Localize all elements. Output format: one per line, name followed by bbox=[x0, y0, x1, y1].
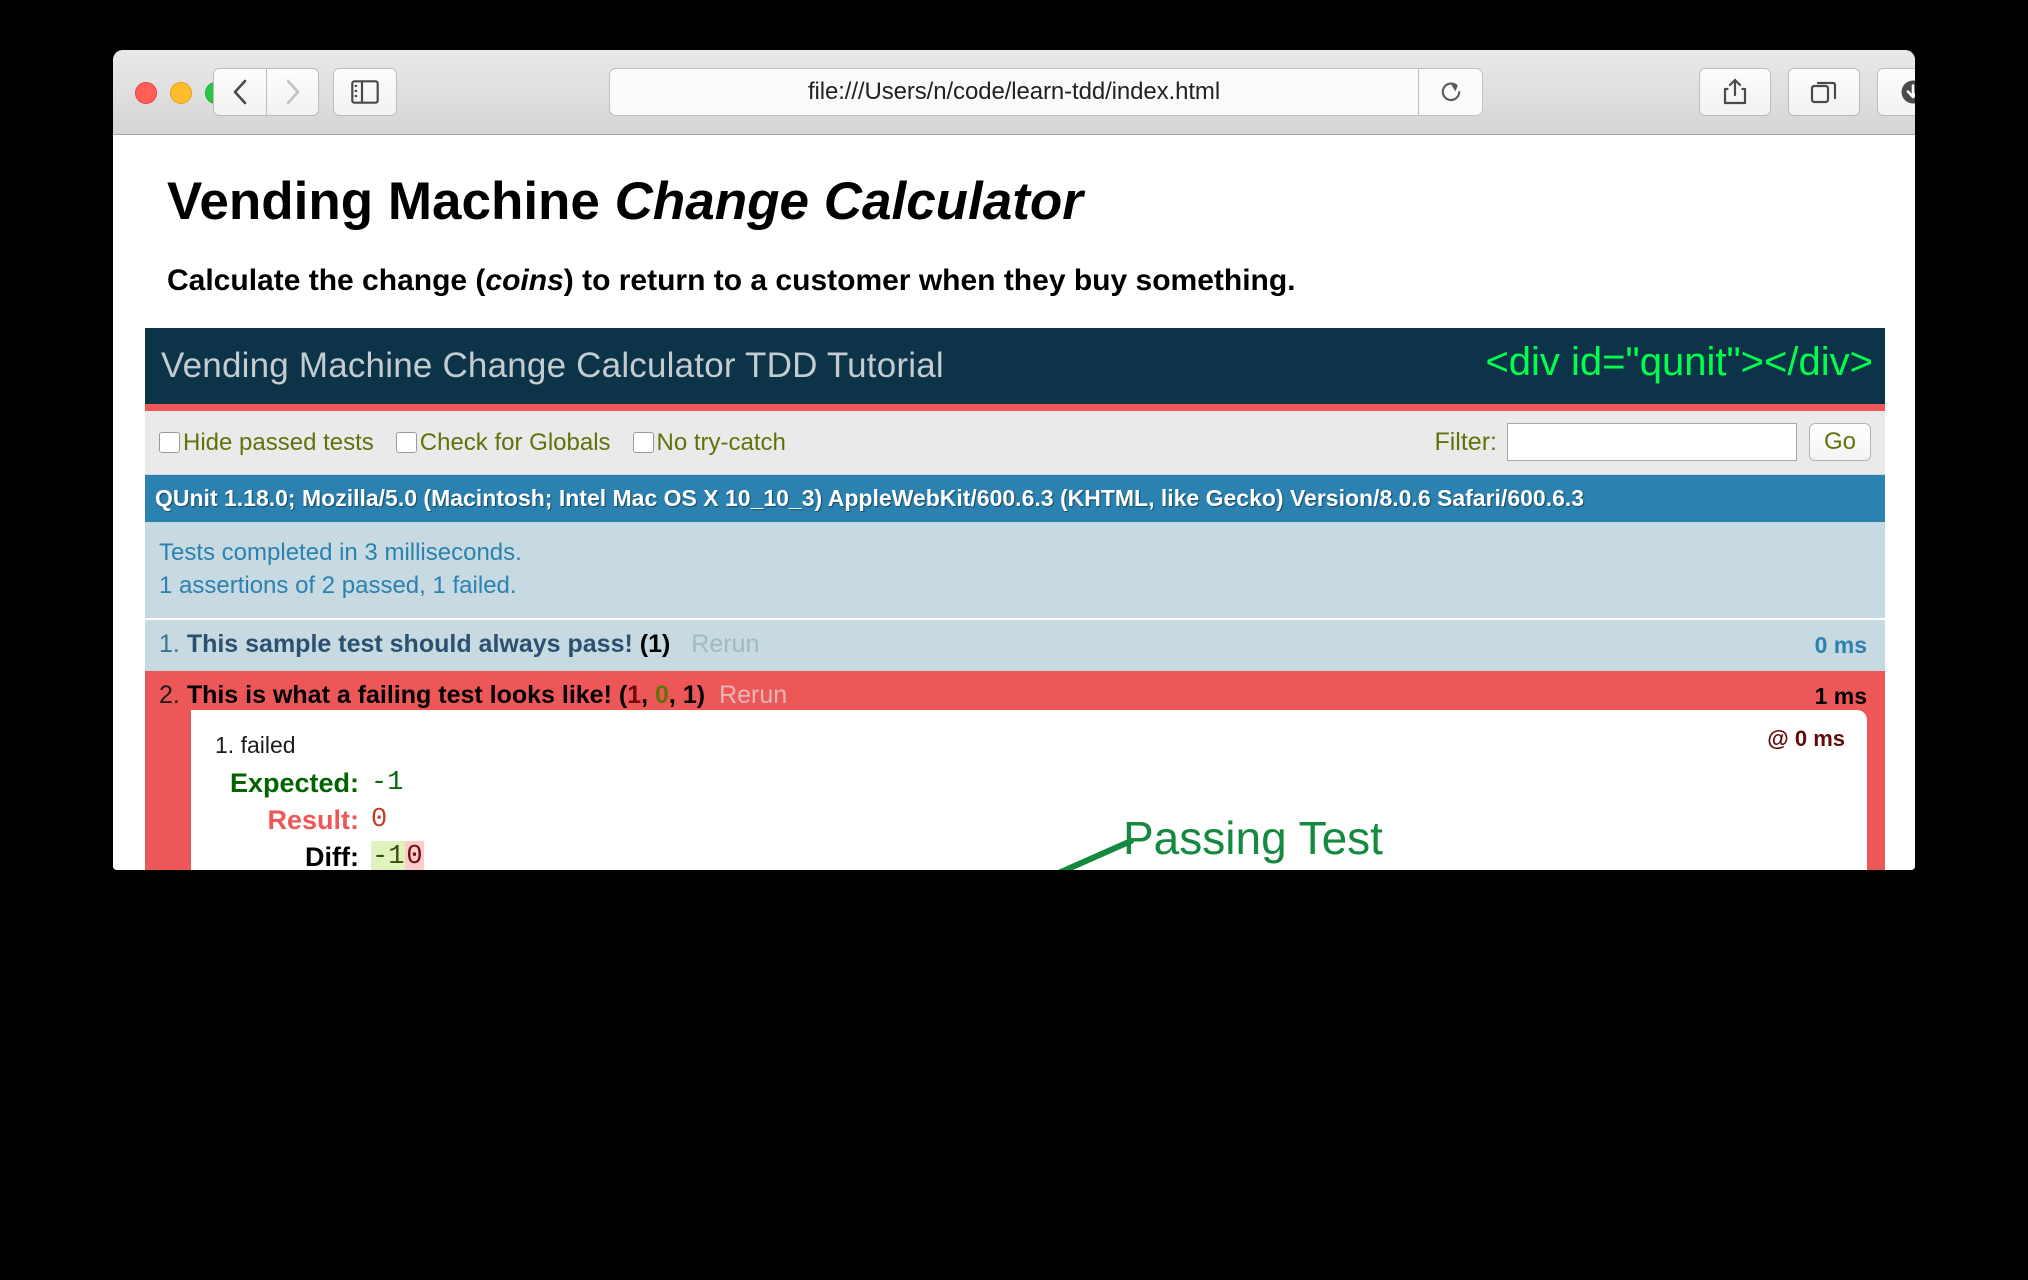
assertion-label: 1. failed bbox=[215, 732, 296, 759]
result-row: Result: 0 bbox=[191, 802, 1133, 839]
qunit-testrunner-toolbar: Hide passed tests Check for Globals No t… bbox=[145, 411, 1885, 475]
test-name: This sample test should always pass! bbox=[186, 630, 633, 659]
filter-label: Filter: bbox=[1434, 427, 1497, 456]
sidebar-toggle-button[interactable] bbox=[333, 68, 397, 116]
check-for-globals-label: Check for Globals bbox=[419, 428, 611, 456]
diff-inserted: 0 bbox=[405, 841, 424, 870]
page-subtitle-part-a: Calculate the change ( bbox=[167, 264, 486, 297]
counts-close-paren: ) bbox=[696, 681, 706, 710]
tests-completed-line: Tests completed in 3 milliseconds. bbox=[159, 539, 522, 566]
no-try-catch-checkbox[interactable]: No try-catch bbox=[632, 428, 786, 457]
page-title-emphasis: Change Calculator bbox=[614, 172, 1083, 231]
check-for-globals-checkbox[interactable]: Check for Globals bbox=[395, 428, 611, 457]
expected-key: Expected: bbox=[229, 768, 359, 799]
checkbox-box[interactable] bbox=[632, 432, 654, 453]
filter-input[interactable] bbox=[1506, 423, 1797, 461]
chevron-left-icon bbox=[233, 79, 247, 105]
desktop-background: file:///Users/n/code/learn-tdd/index.htm… bbox=[0, 0, 2028, 1280]
share-icon bbox=[1723, 78, 1747, 105]
address-bar-url: file:///Users/n/code/learn-tdd/index.htm… bbox=[807, 78, 1221, 105]
back-button[interactable] bbox=[213, 68, 266, 116]
assertions-summary-line: 1 assertions of 2 passed, 1 failed. bbox=[159, 572, 517, 600]
test-assert-counts: (1, 0, 1) bbox=[612, 681, 705, 709]
qunit-user-agent: QUnit 1.18.0; Mozilla/5.0 (Macintosh; In… bbox=[145, 475, 1885, 522]
reload-button[interactable] bbox=[1419, 68, 1483, 116]
qunit-header: Vending Machine Change Calculator TDD Tu… bbox=[145, 328, 1885, 411]
test-runtime: 1 ms bbox=[1814, 683, 1867, 710]
filter-area: Filter: Go bbox=[1434, 423, 1871, 461]
reload-icon bbox=[1441, 82, 1460, 101]
counts-open-paren: ( bbox=[618, 681, 628, 710]
sidebar-icon bbox=[351, 80, 379, 104]
page-title: Vending Machine Change Calculator bbox=[167, 171, 1883, 232]
annotation-passing-test: Passing Test bbox=[1123, 812, 1383, 864]
download-icon bbox=[1901, 80, 1915, 104]
page-subtitle-emphasis: coins bbox=[485, 264, 564, 297]
rerun-link[interactable]: Rerun bbox=[691, 630, 759, 658]
page-content: Vending Machine Change Calculator Calcul… bbox=[113, 135, 1915, 870]
filter-go-button[interactable]: Go bbox=[1808, 423, 1871, 461]
qunit-div-code-label: <div id="qunit"></div> bbox=[1485, 340, 1873, 384]
address-bar[interactable]: file:///Users/n/code/learn-tdd/index.htm… bbox=[609, 68, 1419, 116]
page-subtitle-part-b: ) to return to a customer when they buy … bbox=[563, 264, 1296, 297]
qunit-test-result-summary: Tests completed in 3 milliseconds. 1 ass… bbox=[145, 522, 1885, 621]
expected-value: -1 bbox=[371, 768, 404, 799]
test-row-passing[interactable]: 1. This sample test should always pass! … bbox=[145, 620, 1885, 672]
tabs-icon bbox=[1810, 81, 1837, 104]
chevron-right-icon bbox=[286, 79, 299, 105]
green-arrow-icon bbox=[1058, 838, 1134, 870]
show-all-tabs-button[interactable] bbox=[1788, 68, 1860, 116]
downloads-button[interactable] bbox=[1877, 68, 1915, 116]
count-total: 1 bbox=[682, 681, 697, 710]
count-passed: 0 bbox=[655, 681, 669, 710]
diff-deleted: -1 bbox=[371, 841, 406, 870]
hide-passed-tests-label: Hide passed tests bbox=[183, 428, 374, 456]
page-title-plain: Vending Machine bbox=[167, 172, 615, 231]
result-value: 0 bbox=[371, 805, 388, 836]
test-index: 1. bbox=[159, 630, 180, 659]
qunit-tests-list: 1. This sample test should always pass! … bbox=[145, 620, 1885, 870]
counts-separator-2: , bbox=[668, 681, 683, 710]
share-button[interactable] bbox=[1699, 68, 1771, 116]
safari-browser-window: file:///Users/n/code/learn-tdd/index.htm… bbox=[113, 50, 1915, 870]
no-try-catch-label: No try-catch bbox=[656, 428, 786, 456]
count-failed: 1 bbox=[627, 681, 642, 710]
minimize-window-button[interactable] bbox=[170, 82, 192, 104]
forward-button[interactable] bbox=[266, 68, 319, 116]
page-subtitle: Calculate the change (coins) to return t… bbox=[167, 264, 1883, 298]
test-name: This is what a failing test looks like! bbox=[186, 681, 612, 710]
checkbox-box[interactable] bbox=[395, 432, 417, 453]
test-runtime: 0 ms bbox=[1814, 632, 1867, 659]
browser-toolbar: file:///Users/n/code/learn-tdd/index.htm… bbox=[113, 50, 1915, 135]
diff-key: Diff: bbox=[305, 842, 359, 870]
close-window-button[interactable] bbox=[135, 82, 157, 104]
qunit-container: Vending Machine Change Calculator TDD Tu… bbox=[145, 328, 1885, 870]
test-assert-counts: (1) bbox=[639, 630, 671, 659]
counts-separator: , bbox=[641, 681, 656, 710]
rerun-link[interactable]: Rerun bbox=[719, 681, 787, 709]
test-index: 2. bbox=[159, 681, 180, 710]
qunit-header-title: Vending Machine Change Calculator TDD Tu… bbox=[161, 346, 944, 385]
expected-row: Expected: -1 bbox=[191, 765, 1133, 802]
assertion-runtime: @ 0 ms bbox=[1767, 726, 1845, 752]
checkbox-box[interactable] bbox=[159, 432, 180, 453]
hide-passed-tests-checkbox[interactable]: Hide passed tests bbox=[159, 429, 374, 457]
result-key: Result: bbox=[267, 805, 359, 836]
